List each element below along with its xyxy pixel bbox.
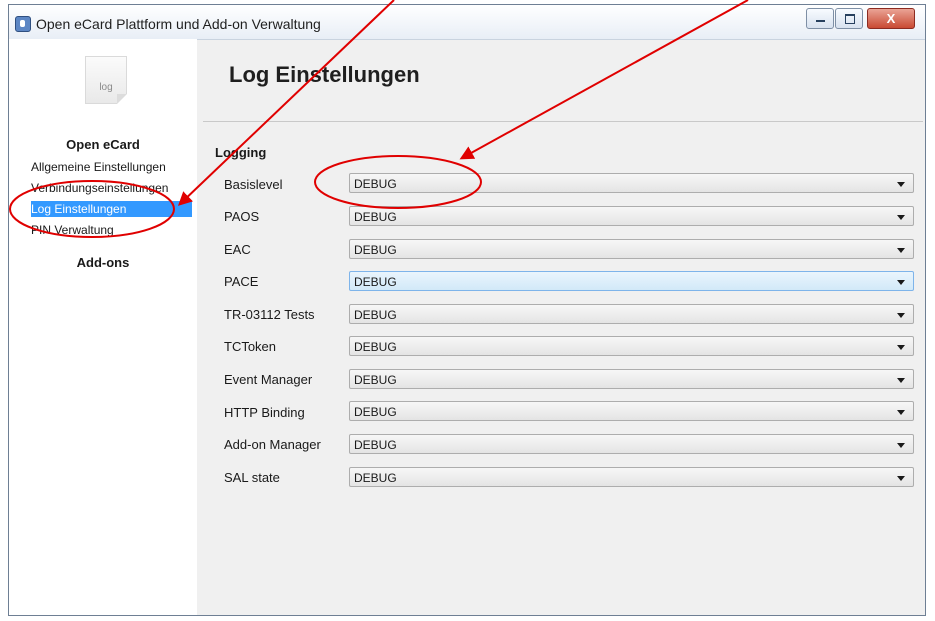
select-value: DEBUG <box>354 438 397 452</box>
log-icon-label: log <box>99 82 113 93</box>
select-eac[interactable]: DEBUG <box>349 239 914 259</box>
sidebar-section-open-ecard: Open eCard <box>66 137 140 152</box>
chevron-down-icon <box>897 182 905 187</box>
sidebar-item-pin-verwaltung[interactable]: PIN Verwaltung <box>31 222 201 238</box>
title-bar: Open eCard Plattform und Add-on Verwaltu… <box>9 5 925 40</box>
window-title: Open eCard Plattform und Add-on Verwaltu… <box>36 16 321 32</box>
label-pace: PACE <box>224 274 259 289</box>
sidebar: log Open eCard Allgemeine Einstellungen … <box>9 39 197 615</box>
chevron-down-icon <box>897 410 905 415</box>
sidebar-item-allgemeine-einstellungen[interactable]: Allgemeine Einstellungen <box>31 159 201 175</box>
select-value: DEBUG <box>354 340 397 354</box>
chevron-down-icon <box>897 248 905 253</box>
logging-group-title: Logging <box>215 145 267 160</box>
select-add-on-manager[interactable]: DEBUG <box>349 434 914 454</box>
select-value: DEBUG <box>354 275 397 289</box>
select-event-manager[interactable]: DEBUG <box>349 369 914 389</box>
sidebar-item-log-einstellungen[interactable]: Log Einstellungen <box>31 201 192 217</box>
select-value: DEBUG <box>354 308 397 322</box>
label-tr-03112-tests: TR-03112 Tests <box>224 307 315 322</box>
select-basislevel[interactable]: DEBUG <box>349 173 914 193</box>
select-pace[interactable]: DEBUG <box>349 271 914 291</box>
maximize-button[interactable] <box>835 8 863 29</box>
close-icon: X <box>886 11 896 26</box>
select-value: DEBUG <box>354 373 397 387</box>
minimize-icon <box>816 20 825 22</box>
sidebar-item-verbindungseinstellungen[interactable]: Verbindungseinstellungen <box>31 180 201 196</box>
select-value: DEBUG <box>354 177 397 191</box>
close-button[interactable]: X <box>867 8 915 29</box>
label-tctoken: TCToken <box>224 339 277 354</box>
page-title: Log Einstellungen <box>229 62 420 87</box>
log-document-icon: log <box>85 56 127 104</box>
select-value: DEBUG <box>354 210 397 224</box>
maximize-icon <box>845 14 855 24</box>
label-http-binding: HTTP Binding <box>224 405 305 420</box>
chevron-down-icon <box>897 345 905 350</box>
label-paos: PAOS <box>224 209 260 224</box>
label-eac: EAC <box>224 242 251 257</box>
select-sal-state[interactable]: DEBUG <box>349 467 914 487</box>
select-paos[interactable]: DEBUG <box>349 206 914 226</box>
sidebar-section-add-ons[interactable]: Add-ons <box>9 255 197 270</box>
chevron-down-icon <box>897 215 905 220</box>
chevron-down-icon <box>897 476 905 481</box>
minimize-button[interactable] <box>806 8 834 29</box>
chevron-down-icon <box>897 313 905 318</box>
app-icon <box>15 16 31 32</box>
select-tctoken[interactable]: DEBUG <box>349 336 914 356</box>
label-add-on-manager: Add-on Manager <box>224 437 321 452</box>
select-value: DEBUG <box>354 243 397 257</box>
chevron-down-icon <box>897 443 905 448</box>
chevron-down-icon <box>897 280 905 285</box>
label-sal-state: SAL state <box>224 470 280 485</box>
label-basislevel: Basislevel <box>224 177 283 192</box>
select-value: DEBUG <box>354 405 397 419</box>
select-value: DEBUG <box>354 471 397 485</box>
select-http-binding[interactable]: DEBUG <box>349 401 914 421</box>
header-divider <box>203 121 923 122</box>
select-tr-03112-tests[interactable]: DEBUG <box>349 304 914 324</box>
label-event-manager: Event Manager <box>224 372 313 387</box>
chevron-down-icon <box>897 378 905 383</box>
